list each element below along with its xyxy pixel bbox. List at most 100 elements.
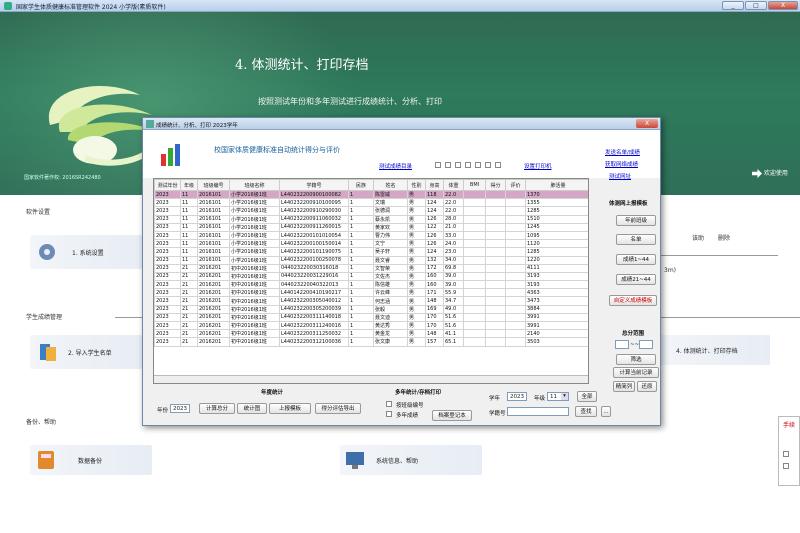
dialog-close-button[interactable]: X bbox=[636, 119, 658, 128]
table-cell: L440232200311240016 bbox=[279, 320, 349, 331]
grade2-button[interactable]: 成绩21~44 bbox=[616, 274, 656, 285]
send-report-link[interactable]: 发送名单/成绩 bbox=[605, 148, 640, 156]
system-settings-card[interactable]: 1. 系统设置 bbox=[30, 235, 142, 269]
calc-total-button[interactable]: 计算总分 bbox=[199, 403, 235, 414]
class-template-button[interactable]: 年前班级 bbox=[616, 215, 656, 226]
fetch-scores-link[interactable]: 获取网络成绩 bbox=[605, 160, 638, 168]
column-header[interactable]: 班级名称 bbox=[229, 179, 280, 191]
upload-template-button[interactable]: 上报模板 bbox=[269, 403, 311, 414]
by-class-checkbox[interactable] bbox=[386, 401, 392, 407]
table-row[interactable]: 2023 21 2016201 初中2016级1班 L44023220030520003… bbox=[154, 304, 588, 314]
table-row[interactable]: 2023 21 2016201 初中2016级1班 L44023220031114001… bbox=[154, 312, 588, 323]
archive-book-button[interactable]: 档案登记本 bbox=[432, 410, 472, 421]
print-settings-link[interactable]: 设置打印机 bbox=[524, 162, 552, 170]
column-checkbox[interactable] bbox=[485, 162, 491, 168]
table-cell: 24.0 bbox=[443, 239, 464, 249]
column-header[interactable]: 得分 bbox=[485, 179, 506, 191]
score-max-input[interactable] bbox=[639, 340, 653, 349]
column-checkbox[interactable] bbox=[445, 162, 451, 168]
table-cell: 160 bbox=[425, 271, 444, 282]
grade-select[interactable]: 11 ▾ bbox=[547, 392, 569, 401]
column-header[interactable]: 姓名 bbox=[373, 179, 408, 191]
table-row[interactable]: 2023 21 2016201 初中2016级1班 L44023220031210003… bbox=[154, 337, 588, 347]
test-url-link[interactable]: 测试网址 bbox=[609, 172, 631, 180]
table-row[interactable]: 2023 11 2016101 小学2016级1班 L44023220091126001… bbox=[154, 222, 588, 232]
table-row[interactable]: 2023 11 2016101 小学2016级1班 L44023220090010008… bbox=[154, 189, 588, 200]
column-checkbox[interactable] bbox=[495, 162, 501, 168]
table-cell: 黄家欢 bbox=[373, 222, 408, 232]
column-checkbox[interactable] bbox=[465, 162, 471, 168]
stats-print-card[interactable]: 4. 体测统计、打印存档 bbox=[660, 335, 770, 365]
data-backup-card[interactable]: 数据备份 bbox=[30, 445, 152, 475]
column-header[interactable]: 肺活量 bbox=[525, 179, 588, 191]
score-table[interactable]: 测试年份 年级 班级编号 班级名称 学籍号 民族 姓名 性别 身高 体重 BMI 得分 评价 肺活量 20… bbox=[153, 178, 589, 384]
table-row[interactable]: 2023 21 2016201 初中2016级1班 L44023220031124001… bbox=[154, 320, 588, 331]
score-min-input[interactable] bbox=[615, 340, 629, 349]
table-row[interactable]: 2023 21 2016201 初中2016级1班 044023220030316018… bbox=[154, 263, 588, 273]
column-header[interactable]: 身高 bbox=[425, 179, 444, 191]
stats-chart-button[interactable]: 统计图 bbox=[237, 403, 267, 414]
welcome-link[interactable]: 欢迎使用 bbox=[752, 168, 800, 182]
column-header[interactable]: 年级 bbox=[180, 179, 198, 191]
table-cell: 男 bbox=[407, 239, 426, 249]
table-row[interactable]: 2023 21 2016201 初中2016级1班 L44023220030504001… bbox=[154, 296, 588, 306]
column-header[interactable]: 性别 bbox=[407, 179, 426, 191]
column-checkbox[interactable] bbox=[455, 162, 461, 168]
side-checkbox[interactable] bbox=[783, 463, 789, 469]
horizontal-scrollbar[interactable] bbox=[154, 375, 588, 383]
close-button[interactable]: X bbox=[768, 1, 798, 10]
student-id-input[interactable] bbox=[507, 407, 569, 416]
calc-record-button[interactable]: 计算当前记录 bbox=[613, 367, 659, 378]
test-catalog-link[interactable]: 测试成绩目录 bbox=[379, 162, 412, 170]
school-year-input[interactable]: 2023 bbox=[507, 392, 527, 401]
annual-year-input[interactable]: 2023 bbox=[170, 404, 190, 413]
column-header[interactable]: 班级编号 bbox=[197, 179, 230, 191]
chevron-down-icon: ▾ bbox=[561, 393, 568, 400]
filter-button[interactable]: 筛选 bbox=[616, 354, 656, 365]
name-list-button[interactable]: 名单 bbox=[616, 234, 656, 245]
table-row[interactable]: 2023 11 2016101 小学2016级1班 L44023220010101005… bbox=[154, 230, 588, 241]
table-row[interactable]: 2023 11 2016101 小学2016级1班 L44023220091029003… bbox=[154, 206, 588, 216]
table-cell bbox=[485, 239, 506, 249]
import-students-card[interactable]: 2. 导入学生名单 bbox=[30, 335, 142, 369]
multi-year-checkbox[interactable] bbox=[386, 411, 392, 417]
table-row[interactable]: 2023 21 2016201 初中2016级1班 L44014220041019021… bbox=[154, 288, 588, 298]
table-cell bbox=[505, 214, 526, 224]
table-row[interactable]: 2023 11 2016101 小学2016级1班 L44023220091106003… bbox=[154, 214, 588, 224]
table-cell bbox=[463, 320, 486, 331]
grade1-button[interactable]: 成绩1~44 bbox=[616, 254, 656, 265]
table-row[interactable]: 2023 21 2016201 初中2016级1班 L44023220031125003… bbox=[154, 329, 588, 339]
side-checkbox[interactable] bbox=[783, 451, 789, 457]
table-row[interactable]: 2023 21 2016201 初中2016级1班 044023220031229016… bbox=[154, 271, 588, 282]
table-row[interactable]: 2023 11 2016101 小学2016级1班 L44023220010015001… bbox=[154, 239, 588, 249]
table-cell: 33.0 bbox=[443, 230, 464, 241]
table-cell: 1 bbox=[348, 280, 374, 290]
table-cell: 11 bbox=[180, 247, 198, 257]
table-row[interactable]: 2023 11 2016101 小学2016级1班 L44023220010119007… bbox=[154, 247, 588, 257]
score-export-button[interactable]: 得分评估导出 bbox=[315, 403, 361, 414]
table-row[interactable]: 2023 11 2016101 小学2016级1班 L44023220091010009… bbox=[154, 198, 588, 208]
maximize-button[interactable]: □ bbox=[745, 1, 767, 10]
table-cell: 122 bbox=[425, 222, 444, 232]
column-header[interactable]: 测试年份 bbox=[154, 179, 181, 191]
custom-template-button[interactable]: 自定义成绩模板 bbox=[609, 295, 657, 306]
column-header[interactable]: 学籍号 bbox=[279, 179, 349, 191]
column-checkbox[interactable] bbox=[475, 162, 481, 168]
table-row[interactable]: 2023 11 2016101 小学2016级1班 L44023220010025007… bbox=[154, 255, 588, 265]
system-info-card[interactable]: 系统信息、帮助 bbox=[340, 445, 482, 475]
table-cell bbox=[485, 280, 506, 290]
column-header[interactable]: 评价 bbox=[505, 179, 526, 191]
all-button[interactable]: 全部 bbox=[577, 391, 597, 402]
column-header[interactable]: BMI bbox=[463, 179, 486, 191]
column-header[interactable]: 体重 bbox=[443, 179, 464, 191]
compact-columns-button[interactable]: 精简列 bbox=[613, 381, 635, 392]
more-button[interactable]: ... bbox=[601, 406, 611, 417]
restore-button[interactable]: 还原 bbox=[637, 381, 657, 392]
column-header[interactable]: 民族 bbox=[348, 179, 374, 191]
table-row[interactable]: 2023 21 2016201 初中2016级1班 044023220040322013… bbox=[154, 280, 588, 290]
import-students-label: 2. 导入学生名单 bbox=[68, 350, 112, 357]
minimize-button[interactable]: _ bbox=[722, 1, 744, 10]
table-cell: 1285 bbox=[525, 206, 588, 216]
column-checkbox[interactable] bbox=[435, 162, 441, 168]
find-button[interactable]: 查找 bbox=[575, 406, 597, 417]
